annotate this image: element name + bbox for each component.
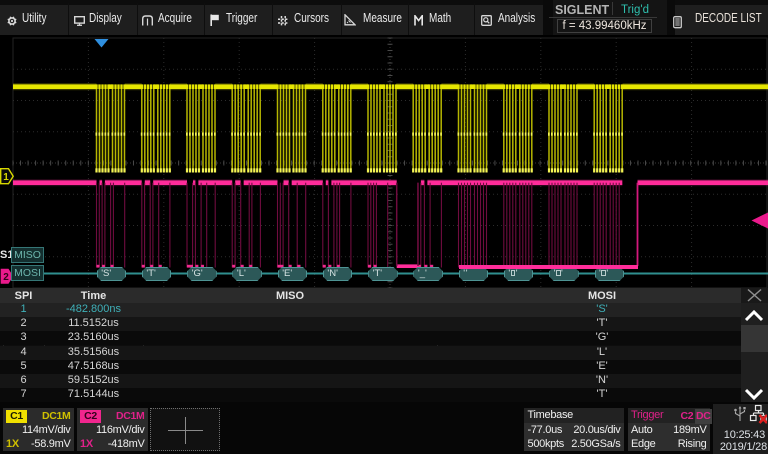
svg-text:1: 1 [3, 172, 9, 183]
svg-text:2: 2 [3, 272, 9, 283]
